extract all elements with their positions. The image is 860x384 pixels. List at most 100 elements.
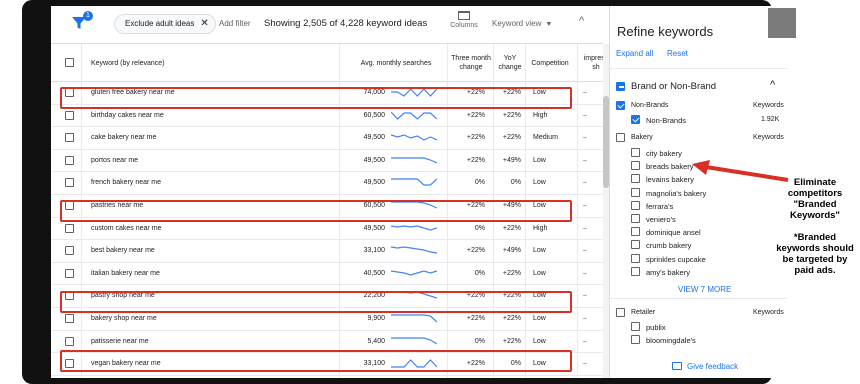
brand-checkbox[interactable] (631, 322, 640, 331)
brand-checkbox[interactable] (631, 174, 640, 184)
brand-checkbox[interactable] (631, 148, 640, 157)
yoy-cell: +22% (502, 337, 521, 345)
non-brands-group-checkbox[interactable] (616, 101, 625, 110)
view-more-link[interactable]: VIEW 7 MORE (678, 285, 731, 294)
brand-checkbox[interactable] (631, 240, 640, 250)
competition-cell: Low (533, 337, 546, 345)
keyword-view-dropdown[interactable]: Keyword view ▼ (492, 19, 552, 28)
decorative-gray-block (768, 8, 796, 38)
table-row[interactable]: best bakery near me 33,100 +22% +49% Low – (51, 240, 603, 263)
yoy-cell: +49% (502, 247, 521, 255)
refine-keywords-panel: Refine keywords ✕ Expand all Reset Brand… (609, 6, 787, 378)
table-row[interactable]: cake bakery near me 49,500 +22% +22% Medium – (51, 127, 603, 150)
reset-link[interactable]: Reset (667, 49, 688, 58)
table-row[interactable]: portos near me 49,500 +22% +49% Low – (51, 150, 603, 173)
header-keyword[interactable]: Keyword (by relevance) (91, 59, 165, 68)
header-three-month[interactable]: Three month change (451, 54, 491, 72)
avg-searches-cell: 49,500 (363, 179, 385, 187)
sparkline-path (391, 111, 437, 120)
columns-button[interactable]: Columns (449, 11, 479, 29)
expand-all-link[interactable]: Expand all (616, 49, 653, 58)
brand-label: magnolia's bakery (646, 188, 707, 198)
impression-share-cell: – (583, 360, 587, 368)
avg-searches-cell: 49,500 (363, 156, 385, 164)
close-icon[interactable]: ✕ (200, 18, 208, 29)
annotation-line: Keywords" (790, 210, 840, 221)
non-brands-label: Non-Brands (646, 116, 687, 125)
row-checkbox[interactable] (65, 268, 74, 278)
impression-share-cell: – (583, 134, 587, 142)
highlight-box (60, 291, 572, 313)
keyword-cell: cake bakery near me (91, 134, 157, 142)
keyword-cell: french bakery near me (91, 179, 162, 187)
results-count: Showing 2,505 of 4,228 keyword ideas (264, 18, 428, 29)
three-month-cell: 0% (474, 337, 485, 345)
brand-section-checkbox[interactable] (616, 82, 625, 91)
brand-label: city bakery (646, 149, 682, 158)
brand-checkbox[interactable] (631, 214, 640, 223)
retailer-group-checkbox[interactable] (616, 308, 625, 317)
row-checkbox[interactable] (65, 133, 74, 143)
trend-sparkline (391, 314, 437, 323)
header-competition[interactable]: Competition (527, 59, 573, 68)
brand-checkbox[interactable] (631, 187, 640, 197)
avg-searches-cell: 49,500 (363, 224, 385, 232)
row-checkbox[interactable] (65, 223, 74, 233)
sparkline-path (391, 178, 437, 186)
chevron-up-icon[interactable]: ^ (770, 79, 775, 91)
exclude-adult-chip[interactable]: Exclude adult ideas ✕ (114, 14, 216, 34)
annotation-line: *Branded (793, 232, 837, 243)
panel-title: Refine keywords (617, 24, 714, 39)
columns-label: Columns (450, 22, 478, 29)
brand-checkbox[interactable] (631, 253, 640, 263)
impression-share-cell: – (583, 247, 587, 255)
select-all-checkbox[interactable] (65, 58, 74, 67)
yoy-cell: +49% (502, 156, 521, 164)
trend-sparkline (391, 336, 437, 345)
row-checkbox[interactable] (65, 246, 74, 256)
bakery-group-checkbox[interactable] (616, 133, 625, 142)
yoy-cell: 0% (510, 179, 521, 187)
header-avg-searches[interactable]: Avg. monthly searches (351, 59, 441, 68)
row-checkbox[interactable] (65, 110, 74, 120)
brand-label: ferrara's (646, 201, 674, 211)
brand-checkbox[interactable] (631, 161, 640, 171)
table-row[interactable]: italian bakery near me 40,500 0% +22% Low – (51, 263, 603, 286)
row-checkbox[interactable] (65, 336, 74, 346)
chevron-up-icon[interactable]: ^ (579, 15, 584, 27)
yoy-cell: +22% (502, 134, 521, 142)
annotation-line: keywords should (776, 243, 854, 254)
add-filter-button[interactable]: Add filter (219, 19, 251, 28)
competition-cell: Low (533, 156, 546, 164)
avg-searches-cell: 49,500 (363, 134, 385, 142)
avg-searches-cell: 40,500 (363, 269, 385, 277)
give-feedback-link[interactable]: Give feedback (672, 362, 738, 371)
keyword-cell: best bakery near me (91, 247, 155, 255)
sparkline-path (391, 224, 437, 231)
non-brands-checkbox[interactable] (631, 115, 640, 124)
trend-sparkline (391, 111, 437, 120)
brand-label: amy's bakery (646, 267, 690, 277)
table-row[interactable]: french bakery near me 49,500 0% 0% Low – (51, 172, 603, 195)
keyword-view-label: Keyword view (492, 19, 542, 28)
row-checkbox[interactable] (65, 155, 74, 165)
highlight-box (60, 350, 572, 372)
three-month-cell: +22% (466, 111, 485, 119)
brand-checkbox[interactable] (631, 227, 640, 237)
annotation-line: Eliminate (793, 177, 837, 188)
row-checkbox[interactable] (65, 178, 74, 188)
filter-count-badge: 1 (83, 11, 93, 21)
brand-checkbox[interactable] (631, 200, 640, 210)
header-yoy[interactable]: YoY change (497, 54, 523, 72)
impression-share-cell: – (583, 156, 587, 164)
brand-checkbox[interactable] (631, 335, 640, 345)
three-month-cell: +22% (466, 315, 485, 322)
competition-cell: High (533, 111, 548, 119)
avg-searches-cell: 60,500 (363, 111, 385, 119)
impression-share-cell: – (583, 224, 587, 232)
brand-checkbox[interactable] (631, 266, 640, 276)
divider (610, 298, 787, 299)
row-checkbox[interactable] (65, 314, 74, 323)
non-brands-count: 1.92K (761, 116, 780, 123)
keywords-column-label: Keywords (753, 309, 784, 316)
